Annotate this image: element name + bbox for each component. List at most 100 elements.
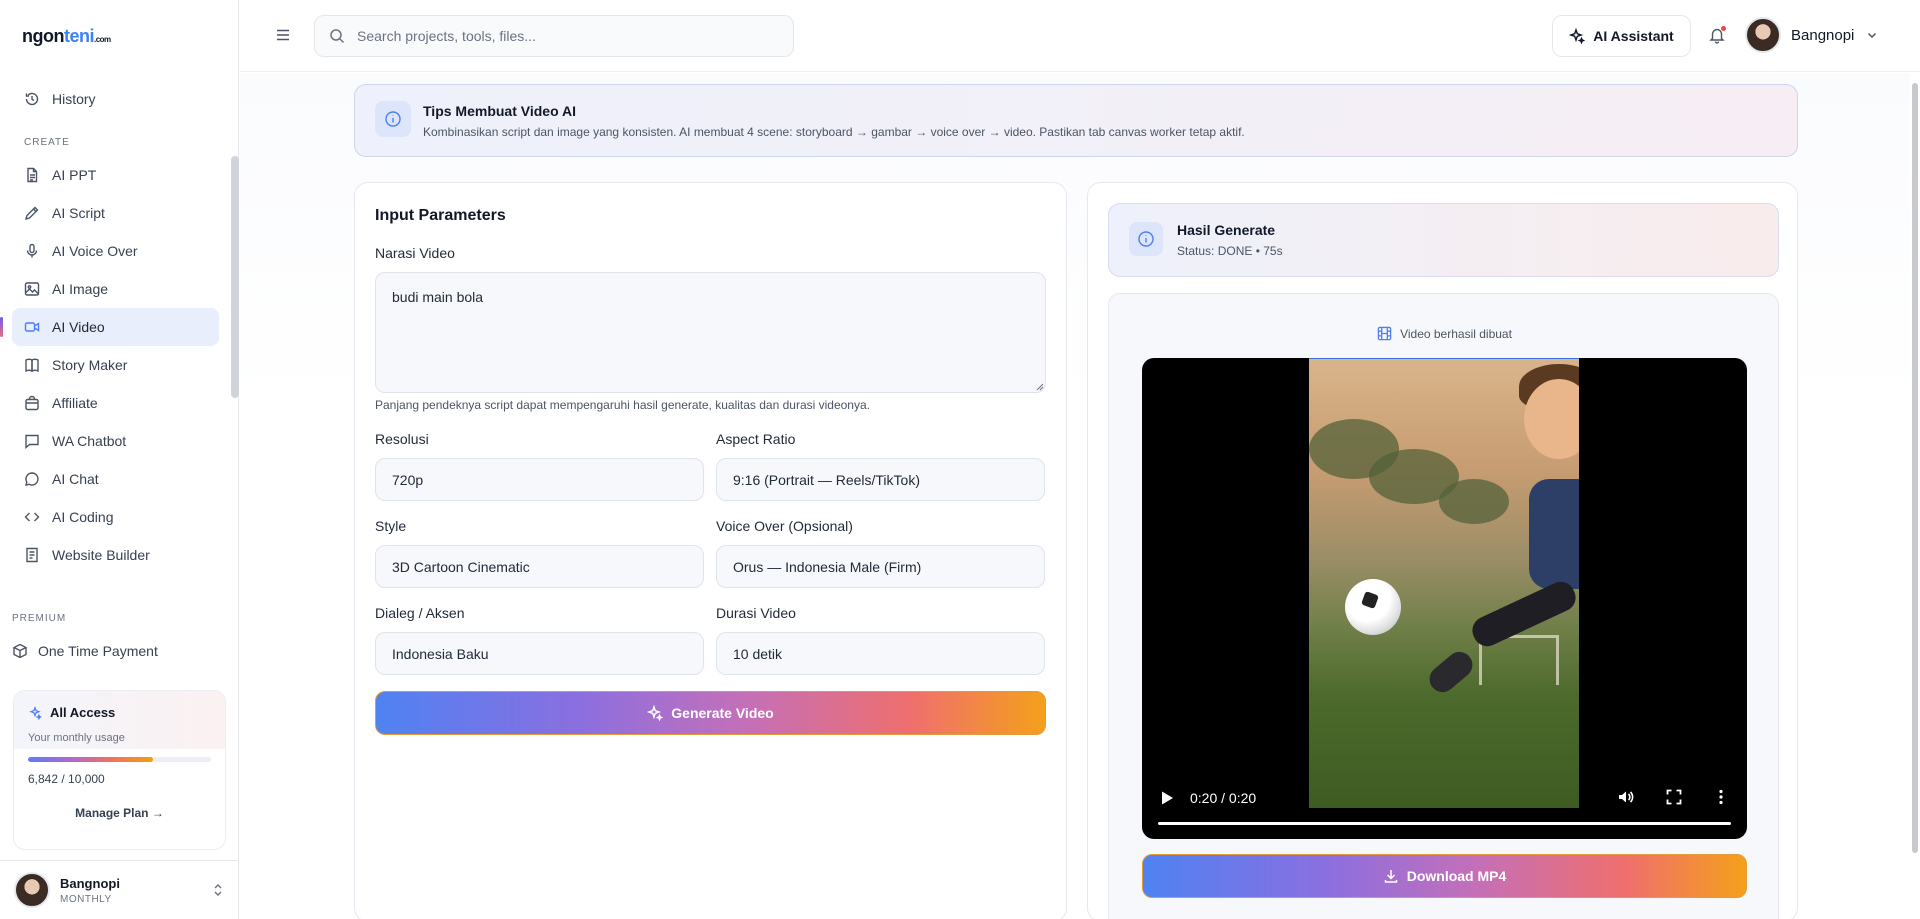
image-icon [24,281,40,297]
film-icon [1377,326,1392,341]
sidebar-item-ai-voice-over[interactable]: AI Voice Over [12,232,219,270]
tips-title: Tips Membuat Video AI [423,103,576,119]
search-input[interactable] [357,28,757,44]
book-icon [24,357,40,373]
logo[interactable]: ngonteni.com [22,26,111,47]
avatar [14,872,50,908]
card-title: Input Parameters [375,207,506,224]
status-box: Hasil Generate Status: DONE • 75s [1108,203,1779,277]
sidebar-item-label: AI Voice Over [52,243,138,259]
result-panel: Video berhasil dibuat 0:20 / 0:20 Downlo… [1108,293,1779,919]
sidebar-item-ai-coding[interactable]: AI Coding [12,498,219,536]
sidebar-item-website-builder[interactable]: Website Builder [12,536,219,574]
sidebar-item-ai-ppt[interactable]: AI PPT [12,156,219,194]
code-icon [24,509,40,525]
fullscreen-icon[interactable] [1665,788,1683,806]
usage-card-subtitle: Your monthly usage [28,732,125,744]
manage-plan-link[interactable]: Manage Plan → [14,806,225,820]
logo-accent: teni [63,26,95,46]
download-mp4-button[interactable]: Download MP4 [1142,854,1747,898]
sidebar-item-label: History [52,91,96,107]
soccer-ball [1345,579,1401,635]
sidebar-item-ai-video[interactable]: AI Video [0,308,219,346]
pen-icon [24,205,40,221]
sidebar-user-menu[interactable]: Bangnopi MONTHLY [0,860,239,919]
avatar [1745,17,1781,53]
chat-square-icon [24,433,40,449]
more-options-icon[interactable] [1712,788,1730,806]
one-time-payment-label: One Time Payment [38,643,158,659]
sidebar-item-ai-image[interactable]: AI Image [12,270,219,308]
video-progress-bar[interactable] [1158,822,1731,825]
sidebar-item-label: AI PPT [52,167,97,183]
video-camera-icon [24,319,40,335]
sidebar-scrollbar[interactable] [231,156,239,398]
palm-tree [1439,479,1509,524]
usage-card-title-text: All Access [50,705,116,720]
user-name: Bangnopi [1791,26,1855,44]
ai-assistant-button[interactable]: AI Assistant [1552,15,1691,57]
usage-card-header: All Access Your monthly usage [14,691,225,749]
result-card: Hasil Generate Status: DONE • 75s Video … [1087,182,1798,919]
sidebar-item-history[interactable]: History [12,80,219,118]
generate-video-button[interactable]: Generate Video [375,691,1046,735]
sidebar-item-label: Affiliate [52,395,98,411]
usage-progress-fill [28,757,154,762]
sidebar-item-affiliate[interactable]: Affiliate [12,384,219,422]
sidebar-nav: History CREATE AI PPT AI Script AI Voice… [0,80,219,574]
voice-over-label: Voice Over (Opsional) [716,518,853,534]
logo-domain: .com [94,35,111,44]
topbar: AI Assistant Bangnopi [240,0,1920,72]
narasi-textarea[interactable]: budi main bola [375,272,1046,393]
ai-assistant-label: AI Assistant [1593,28,1674,44]
play-icon[interactable] [1160,790,1174,806]
sidebar-item-story-maker[interactable]: Story Maker [12,346,219,384]
sparkles-icon [647,705,664,721]
microphone-icon [24,243,40,259]
sidebar-item-ai-script[interactable]: AI Script [12,194,219,232]
info-icon [375,101,411,137]
aspect-ratio-select[interactable]: 9:16 (Portrait — Reels/TikTok) [716,458,1045,501]
resize-grip-icon[interactable] [1035,382,1044,391]
user-plan: MONTHLY [60,893,112,905]
video-player[interactable]: 0:20 / 0:20 [1142,358,1747,839]
search-bar[interactable] [314,15,794,57]
info-icon [1129,222,1163,256]
sidebar-item-label: AI Image [52,281,109,297]
narasi-label: Narasi Video [375,245,455,261]
durasi-select[interactable]: 10 detik [716,632,1045,675]
sidebar-item-label: AI Chat [52,471,99,487]
character-head [1524,379,1579,459]
chevron-down-icon [1866,29,1878,41]
sidebar-item-one-time-payment[interactable]: One Time Payment [12,643,158,659]
chevron-up-down-icon [213,883,223,897]
sidebar-item-label: WA Chatbot [52,433,127,449]
result-caption-text: Video berhasil dibuat [1400,326,1512,341]
page-scrollbar[interactable] [1912,83,1918,853]
hamburger-menu-icon[interactable] [274,26,292,44]
sidebar-item-ai-chat[interactable]: AI Chat [12,460,219,498]
volume-icon[interactable] [1617,788,1635,806]
user-meta: Bangnopi MONTHLY [60,876,120,905]
generate-video-label: Generate Video [671,705,774,721]
aspect-ratio-label: Aspect Ratio [716,431,796,447]
history-icon [24,91,40,107]
result-caption: Video berhasil dibuat [1109,326,1780,341]
dialeg-select[interactable]: Indonesia Baku [375,632,704,675]
logo-main: ngon [22,26,64,46]
tips-banner: Tips Membuat Video AI Kombinasikan scrip… [354,84,1798,157]
input-parameters-card: Input Parameters Narasi Video budi main … [354,182,1067,919]
character-shoe [1424,646,1478,698]
voice-over-select[interactable]: Orus — Indonesia Male (Firm) [716,545,1045,588]
dialeg-label: Dialeg / Aksen [375,605,465,621]
user-menu[interactable]: Bangnopi [1745,17,1878,53]
resolusi-select[interactable]: 720p [375,458,704,501]
sidebar: ngonteni.com History CREATE AI PPT AI Sc… [0,0,239,919]
narasi-hint: Panjang pendeknya script dapat mempengar… [375,398,870,412]
style-select[interactable]: 3D Cartoon Cinematic [375,545,704,588]
usage-card: All Access Your monthly usage 6,842 / 10… [13,690,226,850]
video-time: 0:20 / 0:20 [1190,790,1257,806]
sidebar-item-label: AI Script [52,205,105,221]
sidebar-item-wa-chatbot[interactable]: WA Chatbot [12,422,219,460]
usage-card-title: All Access [28,705,211,720]
